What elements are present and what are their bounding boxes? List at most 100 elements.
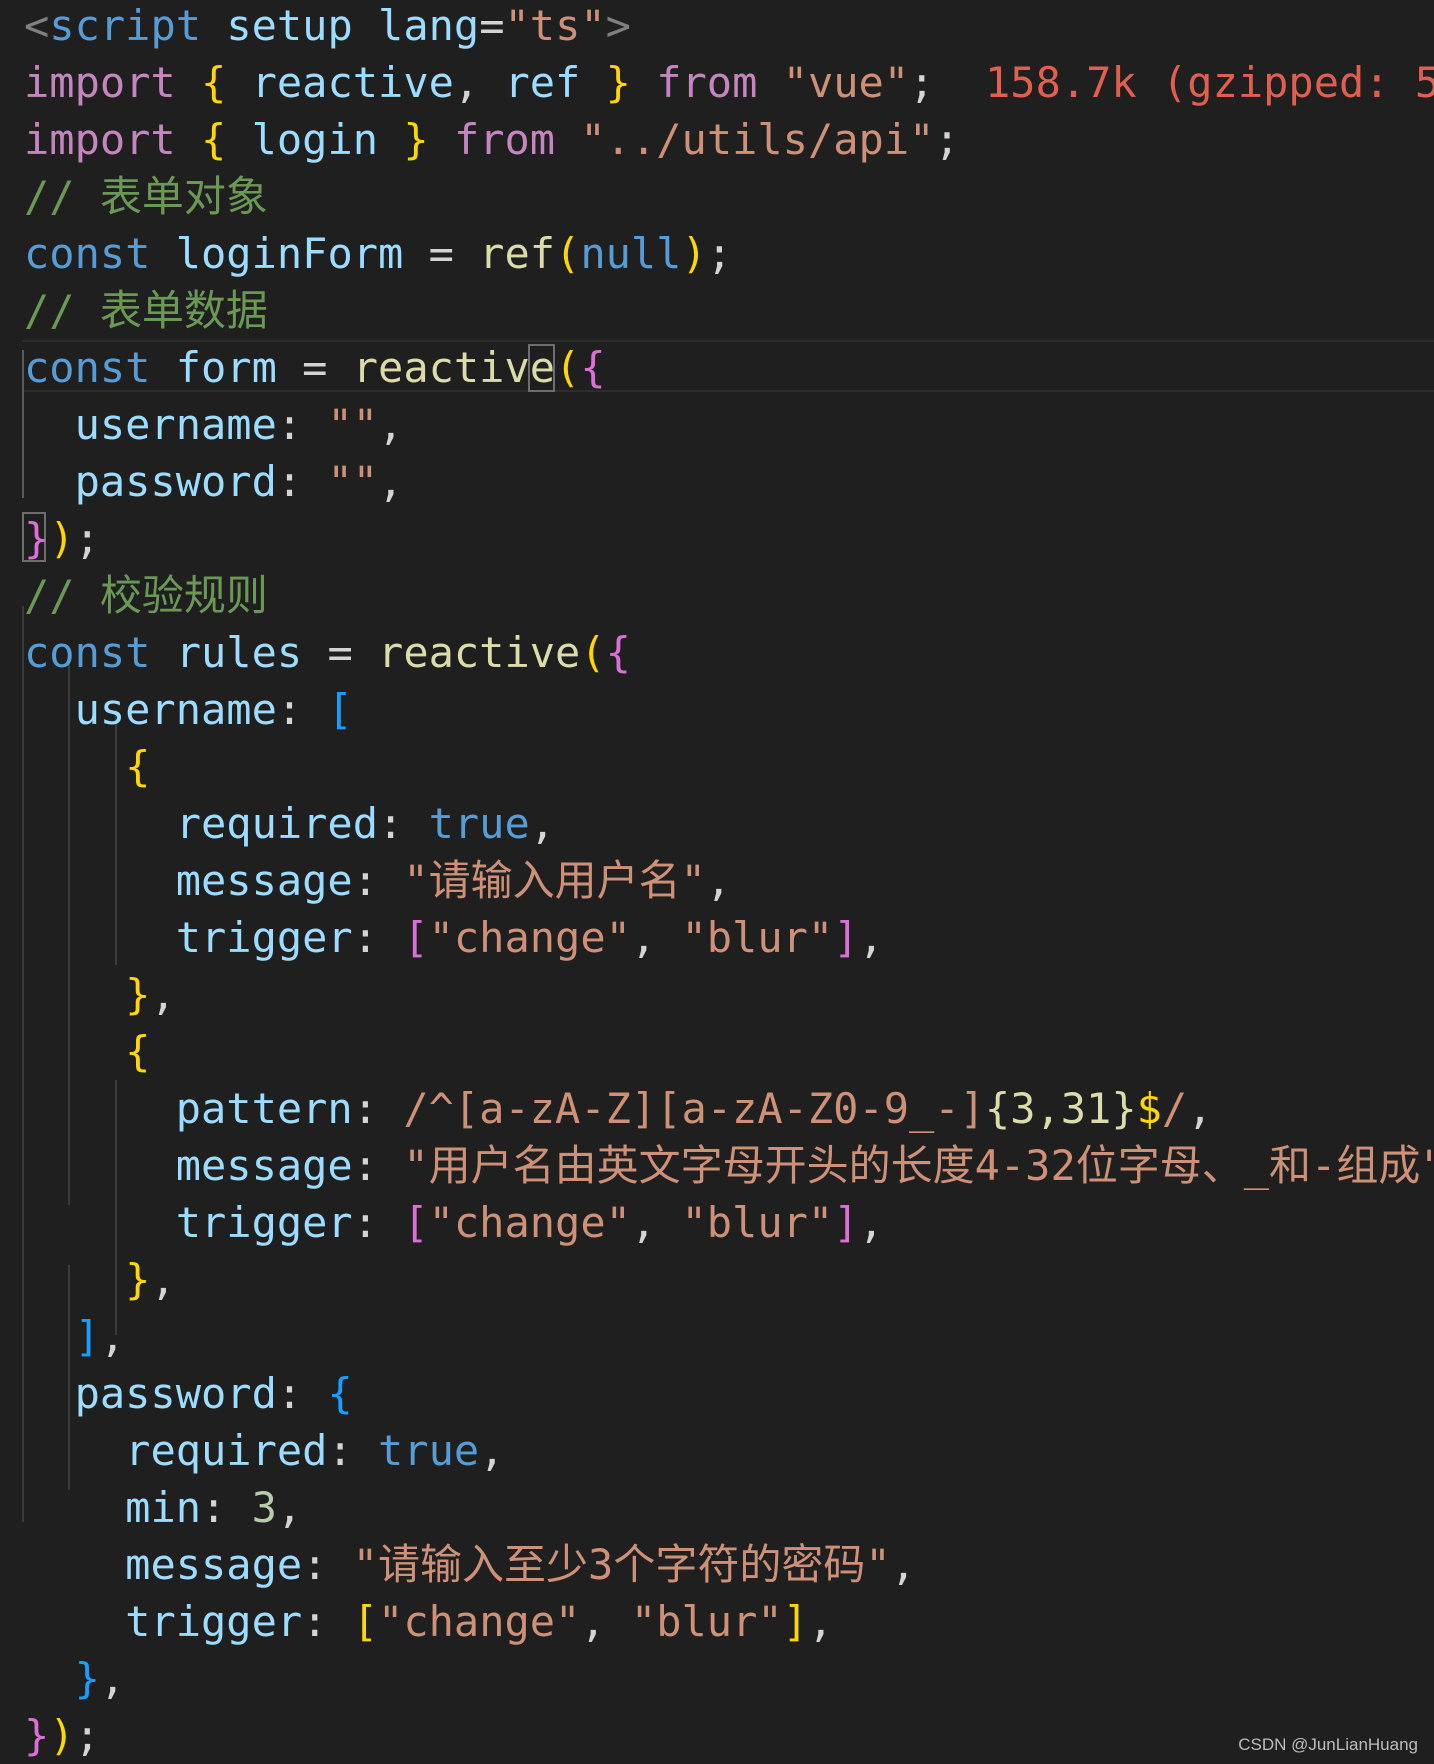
code-token: password — [74, 457, 277, 506]
code-line[interactable]: { — [0, 1023, 1434, 1080]
code-line[interactable]: username: [ — [0, 681, 1434, 738]
code-line-text: trigger: ["change", "blur"], — [24, 1593, 833, 1650]
code-line-text: password: { — [24, 1365, 353, 1422]
code-line[interactable]: }, — [0, 1251, 1434, 1308]
code-token: loginForm — [175, 229, 404, 278]
code-token: [ — [403, 913, 429, 962]
code-line-text: const rules = reactive({ — [24, 624, 631, 681]
code-line[interactable]: password: { — [0, 1365, 1434, 1422]
code-line-text: password: "", — [24, 453, 404, 510]
code-line-text: message: "请输入用户名", — [24, 852, 731, 909]
code-token: : — [276, 685, 328, 734]
code-editor[interactable]: <script setup lang="ts"> import { reactiv… — [0, 0, 1434, 1763]
code-token: { — [605, 628, 631, 677]
code-line[interactable]: username: "", — [0, 396, 1434, 453]
code-token: from — [453, 115, 556, 164]
code-token: "请输入用户名" — [403, 856, 706, 905]
code-token: : — [352, 1198, 404, 1247]
code-line[interactable]: pattern: /^[a-zA-Z][a-zA-Z0-9_-]{3,31}$/… — [0, 1080, 1434, 1137]
code-token: ; — [909, 58, 935, 107]
code-token: "../utils/api" — [580, 115, 935, 164]
code-line-text: required: true, — [24, 1422, 504, 1479]
code-token: > — [605, 1, 631, 50]
code-line[interactable]: trigger: ["change", "blur"], — [0, 909, 1434, 966]
code-token: ( — [555, 229, 581, 278]
code-token: lang — [378, 1, 480, 50]
code-line[interactable]: // 表单数据 — [0, 282, 1434, 339]
code-token: required — [175, 799, 379, 848]
code-line[interactable]: message: "用户名由英文字母开头的长度4-32位字母、_和-组成", — [0, 1137, 1434, 1194]
code-line[interactable]: const form = reactive({ — [0, 339, 1434, 396]
code-line[interactable]: // 校验规则 — [0, 567, 1434, 624]
code-line[interactable]: trigger: ["change", "blur"], — [0, 1194, 1434, 1251]
code-token: , — [580, 1597, 631, 1646]
code-token: { — [201, 58, 227, 107]
code-token: ; — [706, 229, 733, 278]
code-token: : — [352, 856, 404, 905]
code-token: "用户名由英文字母开头的长度4-32位字母、_和-组成" — [403, 1141, 1434, 1190]
code-line[interactable]: <script setup lang="ts"> — [0, 0, 1434, 54]
code-token: true — [428, 799, 530, 848]
code-token: // 表单数据 — [24, 286, 268, 335]
code-token: = — [403, 229, 480, 278]
code-token: import — [24, 115, 176, 164]
code-line[interactable]: required: true, — [0, 795, 1434, 852]
code-line[interactable]: trigger: ["change", "blur"], — [0, 1593, 1434, 1650]
code-token: login — [251, 115, 379, 164]
code-token: } — [74, 1654, 100, 1703]
code-token: reactive — [251, 58, 454, 107]
code-token: "change" — [428, 1198, 631, 1247]
code-line-text: { — [24, 1023, 150, 1080]
code-line[interactable]: const loginForm = ref(null); — [0, 225, 1434, 282]
code-line[interactable]: }); — [0, 1707, 1434, 1764]
code-token: , — [630, 913, 682, 962]
code-token: < — [24, 1, 50, 50]
code-token: : — [201, 1483, 252, 1532]
code-token: const — [24, 343, 151, 392]
code-line-text: }, — [24, 1650, 126, 1707]
code-token: "blur" — [630, 1597, 783, 1646]
code-token: = — [276, 343, 353, 392]
code-line[interactable]: }); — [0, 510, 1434, 567]
code-token: trigger — [175, 1198, 353, 1247]
code-token: : — [352, 1084, 404, 1133]
code-token: ( — [580, 628, 606, 677]
code-line[interactable]: message: "请输入至少3个字符的密码", — [0, 1536, 1434, 1593]
code-line[interactable]: }, — [0, 966, 1434, 1023]
code-token: { — [580, 343, 606, 392]
code-token: reactive — [378, 628, 581, 677]
code-token: : — [302, 1540, 353, 1589]
code-token: "" — [327, 400, 379, 449]
code-line[interactable]: min: 3, — [0, 1479, 1434, 1536]
code-line[interactable]: message: "请输入用户名", — [0, 852, 1434, 909]
code-line[interactable]: import { reactive, ref } from "vue"; 158… — [0, 54, 1434, 111]
code-token: , — [99, 1312, 126, 1361]
code-line-text: message: "请输入至少3个字符的密码", — [24, 1536, 916, 1593]
code-line[interactable]: password: "", — [0, 453, 1434, 510]
code-token: min — [125, 1483, 202, 1532]
code-token: from — [656, 58, 758, 107]
code-token: password — [74, 1369, 277, 1418]
code-line[interactable]: const rules = reactive({ — [0, 624, 1434, 681]
code-line[interactable]: // 表单对象 — [0, 168, 1434, 225]
code-line[interactable]: required: true, — [0, 1422, 1434, 1479]
code-token: $ — [1136, 1084, 1162, 1133]
code-line-text: username: [ — [24, 681, 353, 738]
code-line[interactable]: }, — [0, 1650, 1434, 1707]
code-line[interactable]: { — [0, 738, 1434, 795]
code-line[interactable]: ], — [0, 1308, 1434, 1365]
code-line[interactable]: import { login } from "../utils/api"; — [0, 111, 1434, 168]
